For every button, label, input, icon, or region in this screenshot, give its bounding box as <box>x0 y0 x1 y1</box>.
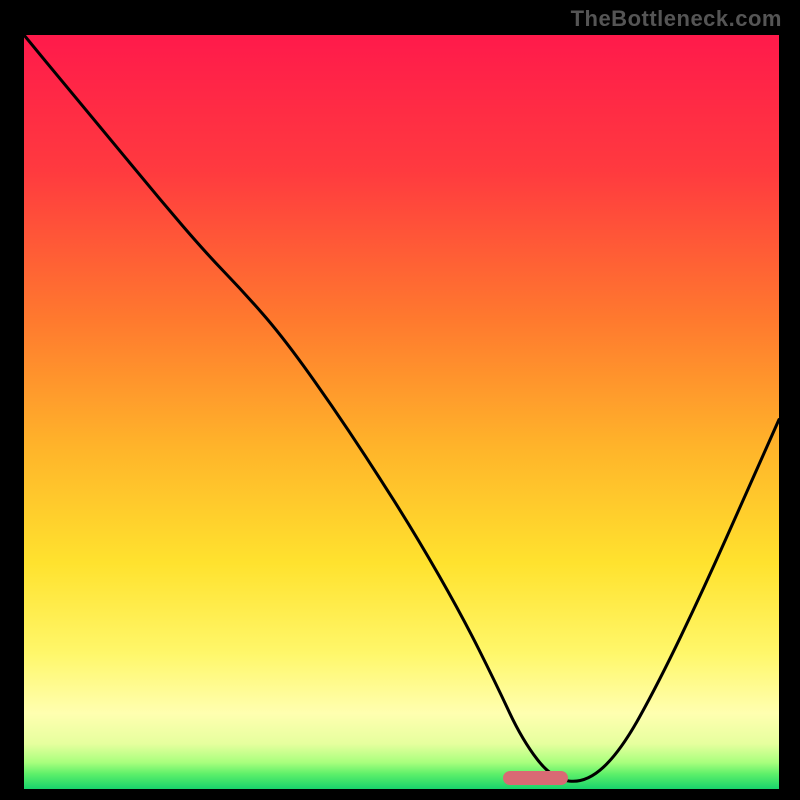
page-root: TheBottleneck.com <box>0 0 800 800</box>
curve-path <box>24 35 779 781</box>
chart-curve <box>24 35 779 789</box>
optimal-range-marker <box>503 771 568 785</box>
chart-plot-area <box>21 32 782 792</box>
watermark-text: TheBottleneck.com <box>571 6 782 32</box>
